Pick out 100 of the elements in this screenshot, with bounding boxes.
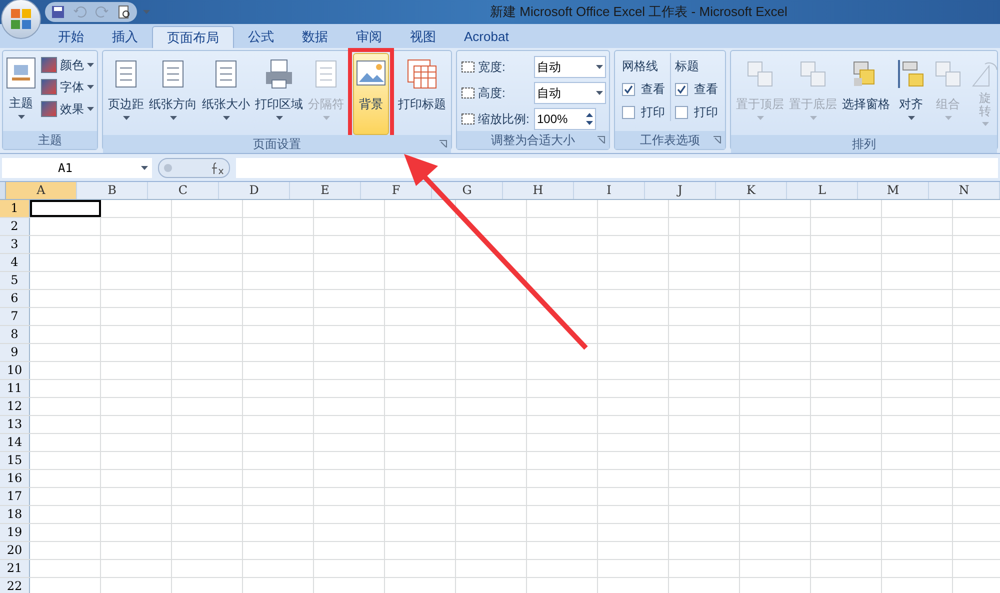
row-header[interactable]: 7 [0,308,30,325]
option-heading: 网格线 [622,58,659,75]
caret-icon [18,115,24,119]
dropdown-field[interactable]: 自动 [534,56,606,78]
checkbox-label: 打印 [641,104,665,121]
ribbon-button[interactable]: 对齐 [893,53,929,135]
name-box[interactable]: A1 [2,158,152,178]
row-header[interactable]: 9 [0,344,30,361]
column-header[interactable]: E [290,182,361,199]
office-button[interactable] [1,0,41,39]
ribbon-tab[interactable]: 审阅 [342,26,396,48]
row-header[interactable]: 20 [0,542,30,559]
ribbon-button[interactable]: 纸张方向 [147,53,199,135]
spinner-field[interactable]: 100% [534,108,596,130]
ribbon-tab[interactable]: 插入 [98,26,152,48]
redo-icon[interactable] [95,5,109,19]
checkbox[interactable] [675,106,688,118]
dialog-launcher-icon[interactable] [713,136,721,144]
ribbon-button[interactable]: 纸张大小 [200,53,252,135]
checkbox-label: 打印 [694,104,718,121]
row-header[interactable]: 19 [0,524,30,541]
caret-icon [982,122,988,126]
checkbox-label: 查看 [641,81,665,98]
ribbon-tab[interactable]: Acrobat [450,26,523,48]
row-header[interactable]: 4 [0,254,30,271]
column-header[interactable]: C [148,182,219,199]
column-header[interactable]: J [645,182,716,199]
row-header[interactable]: 12 [0,398,30,415]
caret-icon [276,116,282,120]
column-header[interactable]: M [858,182,929,199]
ribbon-button[interactable]: 选择窗格 [840,53,892,135]
ribbon-button[interactable]: 背景 [353,53,389,135]
column-header[interactable]: I [574,182,645,199]
column-header[interactable]: A [6,182,77,199]
caret-icon [141,166,148,170]
undo-icon[interactable] [73,5,87,19]
theme-option-button[interactable]: 字体 [41,77,94,96]
caret-icon [222,116,230,120]
checkbox[interactable] [622,106,635,118]
table-icon [406,58,438,90]
column-header[interactable]: N [929,182,1000,199]
theme-button[interactable]: 主题 [6,53,36,119]
row-header[interactable]: 5 [0,272,30,289]
formula-input[interactable] [236,158,998,178]
ribbon-button[interactable]: 页边距 [106,53,146,135]
group-label: 主题 [38,132,62,149]
row-header[interactable]: 22 [0,578,30,593]
row-header[interactable]: 16 [0,470,30,487]
field-label: 高度: [478,84,506,102]
column-header[interactable]: D [219,182,290,199]
row-header[interactable]: 15 [0,452,30,469]
row-header[interactable]: 18 [0,506,30,523]
printer-icon [263,58,295,90]
column-header[interactable]: L [787,182,858,199]
column-header[interactable]: K [716,182,787,199]
dimension-icon [460,58,476,74]
ribbon-tab[interactable]: 开始 [44,26,98,48]
column-header[interactable]: G [432,182,503,199]
dropdown-field[interactable]: 自动 [534,82,606,104]
theme-option-button[interactable]: 效果 [41,99,94,118]
caret-icon [87,62,94,66]
row-header[interactable]: 3 [0,236,30,253]
row-header[interactable]: 10 [0,362,30,379]
ribbon-button[interactable]: 打印区域 [253,53,305,135]
ribbon-button[interactable]: 打印标题 [396,53,448,135]
column-header[interactable]: H [503,182,574,199]
caret-icon [810,116,816,120]
column-header[interactable]: B [77,182,148,199]
row-header[interactable]: 17 [0,488,30,505]
ribbon-tab[interactable]: 公式 [234,26,288,48]
ribbon-tab[interactable]: 视图 [396,26,450,48]
save-icon[interactable] [51,5,65,19]
row-header[interactable]: 14 [0,434,30,451]
function-icon[interactable] [158,158,230,178]
row-header[interactable]: 8 [0,326,30,343]
caret-icon [596,64,603,68]
dialog-launcher-icon[interactable] [597,136,605,144]
ribbon-tab[interactable]: 页面布局 [152,26,234,48]
row-header[interactable]: 6 [0,290,30,307]
group-label: 调整为合适大小 [491,132,575,149]
caret-icon [322,116,330,120]
dialog-launcher-icon[interactable] [439,140,447,148]
color-swatch-icon [41,56,57,72]
caret-icon [170,116,176,120]
row-header[interactable]: 21 [0,560,30,577]
checkbox[interactable] [622,82,635,96]
row-header[interactable]: 2 [0,218,30,235]
caret-icon [87,84,94,88]
dimension-icon [460,110,476,126]
theme-icon [6,57,36,89]
print-preview-icon[interactable] [117,5,131,19]
checkbox[interactable] [675,82,688,96]
select-all-corner[interactable] [0,182,6,199]
caret-icon [756,116,764,120]
row-header[interactable]: 1 [0,200,30,217]
active-cell[interactable] [30,200,101,217]
ribbon-tab[interactable]: 数据 [288,26,342,48]
theme-option-button[interactable]: 颜色 [41,55,94,74]
row-header[interactable]: 13 [0,416,30,433]
row-header[interactable]: 11 [0,380,30,397]
